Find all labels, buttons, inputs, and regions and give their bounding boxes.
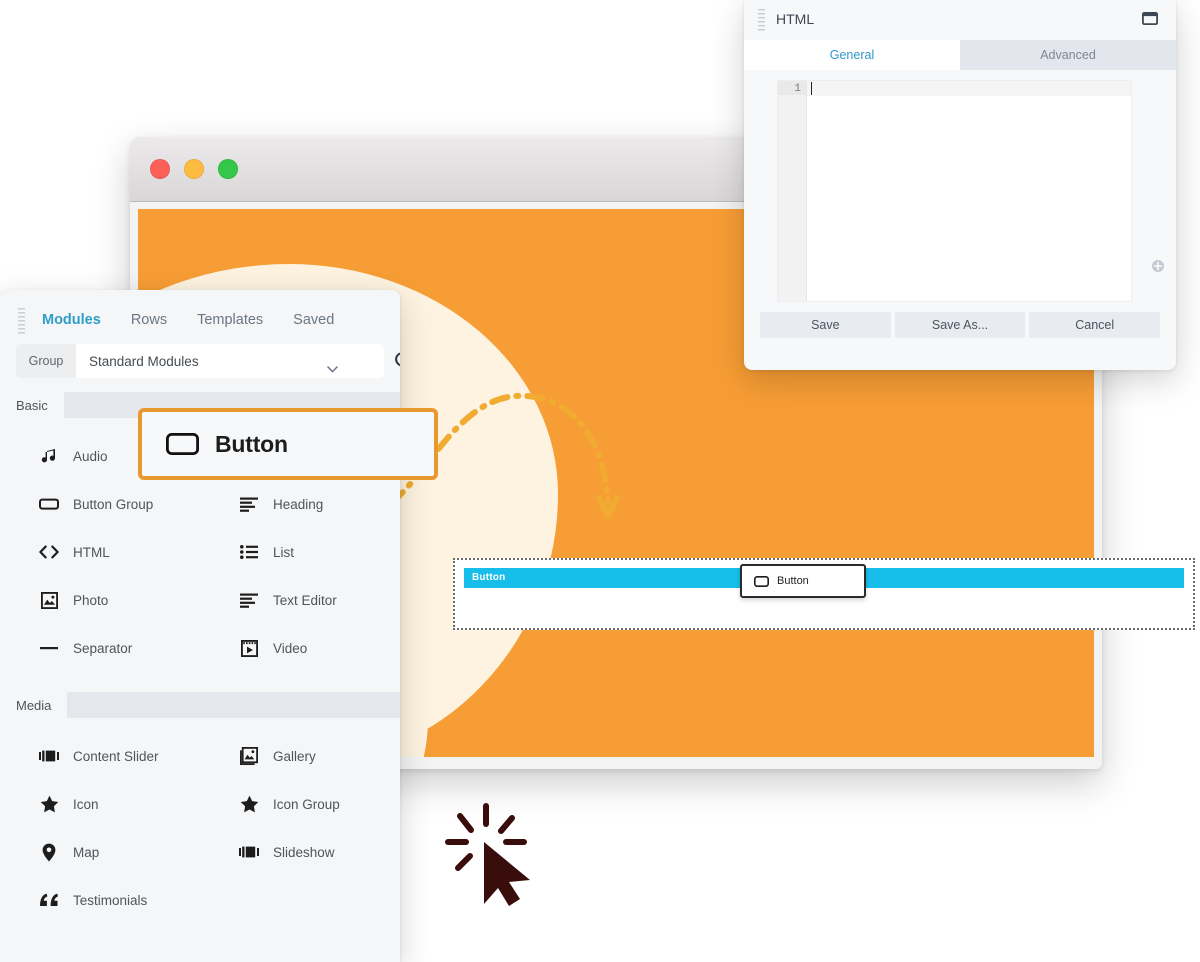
line-number: 1 <box>778 81 806 95</box>
module-item-heading[interactable]: Heading <box>200 480 400 528</box>
click-cursor-icon <box>440 798 540 908</box>
text-caret <box>811 82 812 95</box>
tab-advanced[interactable]: Advanced <box>960 40 1176 70</box>
active-line-highlight <box>807 81 1131 96</box>
highlighted-module-label: Button <box>215 431 288 458</box>
save-button[interactable]: Save <box>760 312 891 338</box>
cancel-button[interactable]: Cancel <box>1029 312 1160 338</box>
module-label: Text Editor <box>273 593 337 608</box>
slideshow-icon <box>238 841 260 863</box>
tab-rows[interactable]: Rows <box>131 312 167 328</box>
content-slider-icon <box>38 745 60 767</box>
tab-modules[interactable]: Modules <box>42 312 101 328</box>
module-label: Video <box>273 641 307 656</box>
module-item-icon[interactable]: Icon <box>0 780 200 828</box>
star-group-icon <box>238 793 260 815</box>
module-label: Icon Group <box>273 797 340 812</box>
module-grid-media: Content Slider Gallery Icon Icon Group <box>0 718 400 930</box>
modules-panel: Modules Rows Templates Saved Group Stand… <box>0 290 400 962</box>
code-brackets-icon <box>38 541 60 563</box>
search-icon[interactable] <box>394 351 400 371</box>
module-item-content-slider[interactable]: Content Slider <box>0 732 200 780</box>
video-icon <box>238 637 260 659</box>
html-dialog-footer: Save Save As... Cancel <box>744 312 1176 338</box>
module-label: Audio <box>73 449 108 464</box>
drag-ghost-chip[interactable]: Button <box>740 564 866 598</box>
group-select[interactable]: Standard Modules <box>76 354 384 369</box>
module-label: Content Slider <box>73 749 159 764</box>
group-label: Group <box>16 344 76 378</box>
code-editor[interactable]: 1 <box>777 80 1132 302</box>
module-label: Icon <box>73 797 99 812</box>
module-item-html[interactable]: HTML <box>0 528 200 576</box>
close-red-icon[interactable] <box>150 159 170 179</box>
module-label: Map <box>73 845 99 860</box>
html-dialog-tabs: General Advanced <box>744 40 1176 70</box>
section-title-basic: Basic <box>0 392 64 418</box>
screenshot-stage: Button Button HTML General Advanced 1 <box>0 0 1200 962</box>
separator-icon <box>38 637 60 659</box>
modules-panel-tabs: Modules Rows Templates Saved <box>0 290 400 328</box>
gallery-icon <box>238 745 260 767</box>
zoom-green-icon[interactable] <box>218 159 238 179</box>
add-circle-icon[interactable] <box>1151 259 1165 273</box>
audio-note-icon <box>38 445 60 467</box>
map-pin-icon <box>38 841 60 863</box>
module-item-testimonials[interactable]: Testimonials <box>0 876 200 924</box>
drag-ghost-label: Button <box>777 575 809 587</box>
module-label: Slideshow <box>273 845 335 860</box>
module-label: HTML <box>73 545 110 560</box>
section-title-media: Media <box>0 692 67 718</box>
module-item-text-editor[interactable]: Text Editor <box>200 576 400 624</box>
html-editor-region: 1 <box>744 70 1176 312</box>
button-group-icon <box>38 493 60 515</box>
highlighted-module-button[interactable]: Button <box>138 408 438 480</box>
module-item-photo[interactable]: Photo <box>0 576 200 624</box>
star-icon <box>38 793 60 815</box>
html-settings-dialog: HTML General Advanced 1 <box>744 0 1176 370</box>
module-label: Photo <box>73 593 108 608</box>
modules-panel-drag-grip-icon[interactable] <box>18 308 25 335</box>
tab-templates[interactable]: Templates <box>197 312 263 328</box>
editor-gutter: 1 <box>778 81 807 301</box>
tab-general[interactable]: General <box>744 40 960 70</box>
module-label: Separator <box>73 641 132 656</box>
button-icon <box>754 576 769 587</box>
list-icon <box>238 541 260 563</box>
quote-icon <box>38 889 60 911</box>
module-item-button-group[interactable]: Button Group <box>0 480 200 528</box>
module-item-separator[interactable]: Separator <box>0 624 200 672</box>
group-filter-bar: Group Standard Modules <box>16 344 384 378</box>
module-label: Heading <box>273 497 323 512</box>
module-item-video[interactable]: Video <box>200 624 400 672</box>
module-item-map[interactable]: Map <box>0 828 200 876</box>
module-label: List <box>273 545 294 560</box>
heading-icon <box>238 493 260 515</box>
module-item-list[interactable]: List <box>200 528 400 576</box>
minimize-yellow-icon[interactable] <box>184 159 204 179</box>
drag-grip-icon[interactable] <box>758 9 765 32</box>
html-dialog-header[interactable]: HTML <box>744 0 1176 40</box>
chevron-down-icon[interactable] <box>327 366 338 373</box>
group-select-value: Standard Modules <box>89 354 199 369</box>
maximize-icon[interactable] <box>1142 12 1158 25</box>
module-label: Gallery <box>273 749 316 764</box>
tab-saved[interactable]: Saved <box>293 312 334 328</box>
html-dialog-title: HTML <box>776 11 814 27</box>
text-editor-icon <box>238 589 260 611</box>
module-item-slideshow[interactable]: Slideshow <box>200 828 400 876</box>
button-icon <box>166 433 199 455</box>
module-item-gallery[interactable]: Gallery <box>200 732 400 780</box>
traffic-lights <box>150 159 238 179</box>
photo-icon <box>38 589 60 611</box>
code-textarea[interactable] <box>807 81 1131 301</box>
module-label: Button Group <box>73 497 153 512</box>
section-header-media: Media <box>0 692 400 718</box>
module-label: Testimonials <box>73 893 147 908</box>
module-item-icon-group[interactable]: Icon Group <box>200 780 400 828</box>
save-as-button[interactable]: Save As... <box>895 312 1026 338</box>
